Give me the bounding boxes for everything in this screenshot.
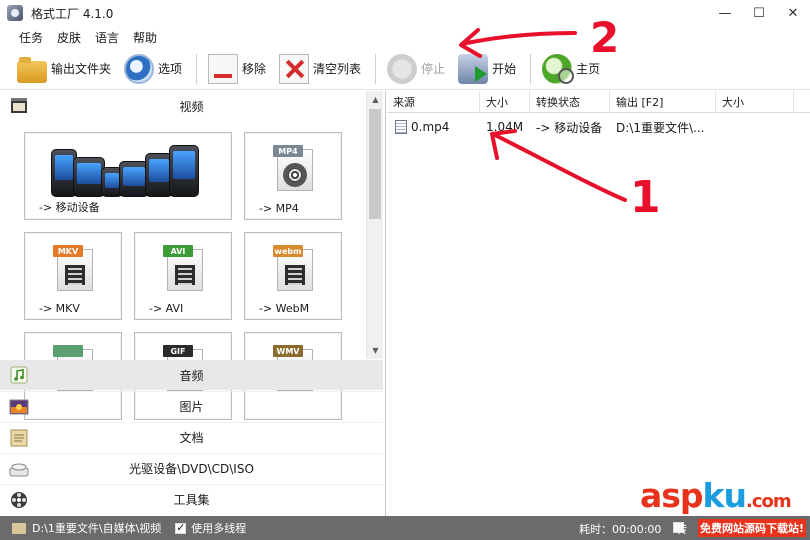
format-factory-icon [7, 5, 23, 21]
clear-list-button[interactable]: 清空列表 [274, 52, 366, 86]
column-size[interactable]: 大小 [480, 91, 530, 113]
category-document[interactable]: 文档 [0, 422, 383, 452]
format-tile-mkv[interactable]: MKV -> MKV [24, 232, 122, 320]
mkv-icon: MKV [51, 245, 95, 291]
folder-icon [12, 522, 26, 534]
task-row[interactable]: 0.mp4 1.04M -> 移动设备 D:\1重要文件\... [387, 116, 810, 138]
menu-bar: 任务 皮肤 语言 帮助 [0, 26, 810, 48]
task-output-size [716, 116, 794, 138]
start-button[interactable]: 开始 [453, 52, 521, 86]
column-output[interactable]: 输出 [F2] [610, 91, 716, 113]
task-output: D:\1重要文件\... [616, 120, 705, 135]
column-status[interactable]: 转换状态 [530, 91, 610, 113]
category-disc-label: 光驱设备\DVD\CD\ISO [129, 462, 254, 476]
format-tile-avi[interactable]: AVI -> AVI [134, 232, 232, 320]
task-list: 来源 大小 转换状态 输出 [F2] 大小 0.mp4 1.04M -> 移动设… [387, 91, 810, 516]
format-tile-mobile-label: -> 移动设备 [39, 201, 100, 214]
category-audio-label: 音频 [179, 368, 204, 383]
format-tile-mobile[interactable]: -> 移动设备 [24, 132, 232, 220]
webm-icon: webm [271, 245, 315, 291]
format-tile-mp4[interactable]: MP4 -> MP4 [244, 132, 342, 220]
format-tile-webm-label: -> WebM [259, 302, 310, 315]
column-source[interactable]: 来源 [387, 91, 480, 113]
watermark-subtitle: 免费网站源码下载站! [698, 519, 807, 537]
toolbar-separator [196, 53, 198, 84]
title-bar: 格式工厂 4.1.0 — ☐ ✕ [0, 0, 810, 26]
multithread-checkbox[interactable] [175, 521, 187, 534]
category-video[interactable]: 视频 [0, 91, 383, 121]
format-tile-mp4-label: -> MP4 [259, 202, 299, 215]
format-grid-scrollbar[interactable]: ▲ ▼ [366, 91, 383, 359]
category-disc[interactable]: 光驱设备\DVD\CD\ISO [0, 453, 383, 483]
column-output-size[interactable]: 大小 [716, 91, 794, 113]
remove-label: 移除 [242, 62, 267, 76]
disc-drive-icon [9, 463, 29, 477]
format-tile-avi-label: -> AVI [149, 302, 184, 315]
category-picture[interactable]: 图片 [0, 391, 383, 421]
tools-reel-icon [11, 492, 27, 508]
menu-help[interactable]: 帮助 [126, 29, 164, 46]
scroll-thumb[interactable] [369, 109, 381, 219]
format-tile-webm[interactable]: webm -> WebM [244, 232, 342, 320]
picture-icon [9, 399, 29, 415]
options-label: 选项 [158, 62, 183, 76]
task-size: 1.04M [486, 120, 524, 134]
start-label: 开始 [492, 62, 517, 76]
category-document-label: 文档 [179, 431, 204, 445]
output-folder-label: 输出文件夹 [51, 62, 112, 76]
home-button[interactable]: 主页 [537, 52, 605, 86]
mobile-devices-icon [51, 141, 201, 197]
category-tools[interactable]: 工具集 [0, 484, 383, 514]
window-controls: — ☐ ✕ [708, 0, 810, 26]
music-note-icon [10, 366, 28, 384]
task-source: 0.mp4 [411, 120, 450, 134]
minimize-button[interactable]: — [708, 0, 742, 26]
stop-label: 停止 [421, 62, 446, 76]
options-icon [124, 53, 155, 84]
remove-icon [208, 53, 239, 84]
menu-tasks[interactable]: 任务 [12, 29, 50, 46]
clear-list-icon [279, 53, 310, 84]
category-panel: 视频 -> 移动设备 MP4 -> MP4 MKV -> MKV AVI -> … [0, 91, 386, 516]
task-list-header: 来源 大小 转换状态 输出 [F2] 大小 [387, 91, 810, 113]
task-source-cell: 0.mp4 [387, 116, 480, 138]
multithread-label: 使用多线程 [191, 522, 247, 535]
toolbar: 输出文件夹 选项 移除 清空列表 停止 开始 主页 [0, 48, 810, 90]
file-icon [395, 120, 407, 134]
scroll-up-icon[interactable]: ▲ [367, 91, 384, 108]
category-audio[interactable]: 音频 [0, 360, 383, 390]
options-button[interactable]: 选项 [119, 52, 187, 86]
document-icon [10, 429, 28, 447]
format-tile-mkv-label: -> MKV [39, 302, 80, 315]
menu-language[interactable]: 语言 [88, 29, 126, 46]
scroll-down-icon[interactable]: ▼ [367, 342, 384, 359]
start-icon [458, 53, 489, 84]
folder-icon [17, 56, 47, 83]
output-folder-button[interactable]: 输出文件夹 [12, 52, 116, 86]
asp-ku-watermark: aspku.com 免费网站源码下载站! [640, 476, 810, 540]
video-clapper-icon [11, 98, 27, 113]
output-path[interactable]: D:\1重要文件\自媒体\视频 [32, 520, 161, 536]
mp4-icon: MP4 [271, 145, 315, 191]
toolbar-separator [375, 53, 377, 84]
task-status: -> 移动设备 [536, 120, 603, 135]
remove-button[interactable]: 移除 [203, 52, 271, 86]
category-picture-label: 图片 [179, 400, 204, 414]
avi-icon: AVI [161, 245, 205, 291]
maximize-button[interactable]: ☐ [742, 0, 776, 26]
home-label: 主页 [576, 62, 601, 76]
category-tools-label: 工具集 [173, 493, 210, 507]
watermark-logo: aspku.com [640, 476, 792, 515]
window-title: 格式工厂 4.1.0 [31, 6, 114, 21]
toolbar-separator [530, 53, 532, 84]
stop-icon [387, 53, 418, 84]
clear-list-label: 清空列表 [313, 62, 362, 76]
stop-button[interactable]: 停止 [382, 52, 450, 86]
close-button[interactable]: ✕ [776, 0, 810, 26]
category-video-label: 视频 [179, 99, 204, 114]
menu-skin[interactable]: 皮肤 [50, 29, 88, 46]
home-globe-icon [542, 53, 575, 84]
